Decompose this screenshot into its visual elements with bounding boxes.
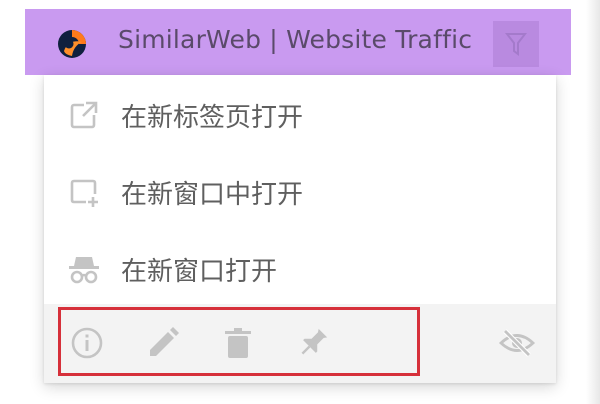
menu-item-open-new-tab[interactable]: 在新标签页打开	[44, 79, 556, 149]
menu-item-open-incognito[interactable]: 在新窗口打开	[44, 233, 556, 303]
similarweb-logo-icon	[58, 30, 86, 58]
menu-item-open-new-window[interactable]: 在新窗口中打开	[44, 156, 556, 226]
context-menu: 在新标签页打开 在新窗口中打开 在新窗口打开	[44, 75, 556, 383]
open-in-new-tab-icon	[70, 101, 98, 129]
menu-item-label: 在新窗口中打开	[121, 180, 304, 210]
window-edge	[586, 0, 600, 404]
trash-icon[interactable]	[219, 324, 257, 362]
menu-item-label: 在新标签页打开	[121, 103, 304, 133]
filter-button[interactable]	[493, 21, 539, 67]
bookmark-header[interactable]: SimilarWeb | Website Traffic	[25, 9, 571, 75]
edit-pencil-icon[interactable]	[144, 324, 182, 362]
hide-eye-icon[interactable]	[498, 324, 536, 362]
incognito-icon	[69, 257, 99, 284]
pin-icon[interactable]	[294, 324, 332, 362]
action-toolbar	[44, 304, 556, 383]
site-title: SimilarWeb | Website Traffic	[118, 25, 473, 54]
filter-funnel-icon	[505, 33, 527, 56]
info-icon[interactable]	[68, 324, 106, 362]
screenshot-stage: SimilarWeb | Website Traffic 在新标签页打开 在新窗…	[0, 0, 600, 404]
open-in-new-window-icon	[70, 179, 98, 207]
menu-item-label: 在新窗口打开	[121, 257, 278, 287]
